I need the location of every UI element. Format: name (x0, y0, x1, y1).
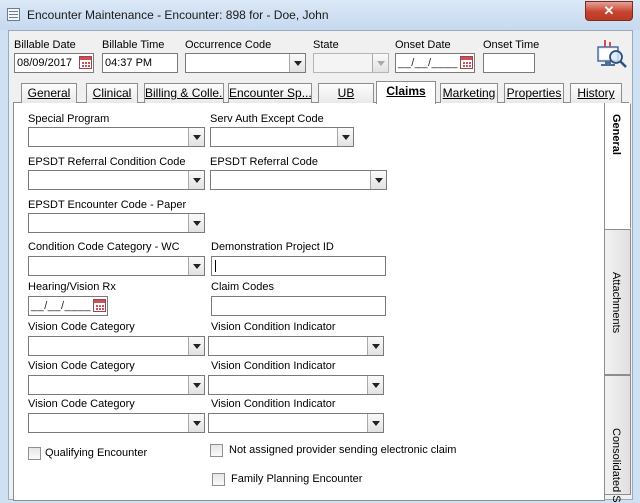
family-planning-label: Family Planning Encounter (231, 473, 363, 485)
hearing-vision-date[interactable]: __/__/____ (28, 296, 108, 316)
calendar-icon[interactable] (93, 299, 106, 312)
occurrence-code-label: Occurrence Code (185, 39, 272, 51)
side-tab-consolidated-label: Consolidated S (610, 428, 622, 503)
chevron-down-icon[interactable] (188, 414, 204, 432)
tab-clinical[interactable]: Clinical (86, 83, 138, 103)
search-tool-icon[interactable] (596, 39, 628, 69)
tab-ub[interactable]: UB (318, 83, 374, 103)
tab-strip: General Clinical Billing & Colle... Enco… (13, 81, 629, 104)
title-bar: Encounter Maintenance - Encounter: 898 f… (0, 0, 640, 30)
serv-auth-select[interactable] (210, 127, 354, 147)
condition-category-label: Condition Code Category - WC (28, 241, 180, 253)
epsdt-referral-code-select[interactable] (210, 170, 387, 190)
chevron-down-icon[interactable] (188, 337, 204, 355)
vision-code-category-select-2[interactable] (28, 375, 205, 395)
vision-condition-indicator-label: Vision Condition Indicator (211, 360, 336, 372)
chevron-down-icon[interactable] (367, 376, 383, 394)
condition-category-select[interactable] (28, 256, 205, 276)
billable-time-field[interactable]: 04:37 PM (102, 53, 178, 73)
onset-time-field[interactable] (483, 53, 535, 73)
vision-condition-indicator-label: Vision Condition Indicator (211, 321, 336, 333)
tab-claims[interactable]: Claims (376, 81, 436, 104)
billable-date-field[interactable]: 08/09/2017 (14, 53, 94, 73)
special-program-label: Special Program (28, 113, 110, 125)
epsdt-referral-condition-select[interactable] (28, 170, 205, 190)
side-tab-attachments-label: Attachments (610, 272, 622, 334)
state-label: State (313, 39, 339, 51)
demonstration-project-label: Demonstration Project ID (211, 241, 334, 253)
epsdt-referral-code-label: EPSDT Referral Code (210, 156, 319, 168)
onset-date-field[interactable]: __/__/____ (395, 53, 475, 73)
vision-condition-indicator-label: Vision Condition Indicator (211, 398, 336, 410)
vision-condition-indicator-select-2[interactable] (208, 375, 384, 395)
calendar-icon[interactable] (460, 56, 473, 69)
tab-billing-collections[interactable]: Billing & Colle... (144, 83, 224, 103)
tab-marketing[interactable]: Marketing (440, 83, 498, 103)
chevron-down-icon (372, 54, 388, 72)
calendar-icon[interactable] (79, 56, 92, 69)
app-icon (7, 8, 20, 21)
chevron-down-icon[interactable] (337, 128, 353, 146)
onset-date-label: Onset Date (395, 39, 451, 51)
chevron-down-icon[interactable] (188, 171, 204, 189)
window-client: Billable Date 08/09/2017 Billable Time 0… (8, 30, 633, 503)
family-planning-checkbox[interactable] (212, 473, 225, 486)
vision-condition-indicator-select-3[interactable] (208, 413, 384, 433)
close-button[interactable]: ✕ (585, 1, 633, 21)
epsdt-referral-condition-label: EPSDT Referral Condition Code (28, 156, 186, 168)
billable-date-value: 08/09/2017 (17, 57, 73, 69)
side-tab-general-label: General (610, 114, 622, 155)
side-tab-attachments[interactable]: Attachments (605, 229, 631, 375)
chevron-down-icon[interactable] (188, 214, 204, 232)
side-tab-consolidated[interactable]: Consolidated S (605, 375, 631, 503)
vision-code-category-label: Vision Code Category (28, 360, 135, 372)
demonstration-project-input[interactable] (211, 256, 386, 276)
epsdt-encounter-label: EPSDT Encounter Code - Paper (28, 199, 187, 211)
chevron-down-icon[interactable] (289, 54, 305, 72)
vision-code-category-select-1[interactable] (28, 336, 205, 356)
claim-codes-label: Claim Codes (211, 281, 274, 293)
text-cursor (215, 260, 216, 272)
tab-history[interactable]: History (570, 83, 622, 103)
vision-code-category-label: Vision Code Category (28, 321, 135, 333)
not-assigned-provider-label: Not assigned provider sending electronic… (229, 444, 457, 456)
billable-time-label: Billable Time (102, 39, 165, 51)
occurrence-code-select[interactable] (185, 53, 306, 73)
chevron-down-icon[interactable] (188, 128, 204, 146)
side-tab-general[interactable]: General (605, 103, 631, 229)
chevron-down-icon[interactable] (367, 337, 383, 355)
vision-code-category-label: Vision Code Category (28, 398, 135, 410)
qualifying-encounter-label: Qualifying Encounter (45, 447, 148, 459)
special-program-select[interactable] (28, 127, 205, 147)
chevron-down-icon[interactable] (188, 376, 204, 394)
hearing-vision-label: Hearing/Vision Rx (28, 281, 116, 293)
qualifying-encounter-checkbox[interactable] (28, 447, 41, 460)
chevron-down-icon[interactable] (367, 414, 383, 432)
tab-properties[interactable]: Properties (504, 83, 564, 103)
vision-code-category-select-3[interactable] (28, 413, 205, 433)
billable-time-value: 04:37 PM (105, 57, 153, 69)
tab-general[interactable]: General (21, 83, 77, 103)
onset-date-value: __/__/____ (398, 57, 459, 69)
epsdt-encounter-select[interactable] (28, 213, 205, 233)
claim-codes-input[interactable] (211, 296, 386, 316)
state-select (313, 53, 389, 73)
claims-general-panel: Special Program Serv Auth Except Code EP… (13, 103, 605, 501)
billable-date-label: Billable Date (14, 39, 76, 51)
hearing-vision-value: __/__/____ (31, 300, 92, 312)
tab-encounter-specific[interactable]: Encounter Sp... (228, 83, 312, 103)
vision-condition-indicator-select-1[interactable] (208, 336, 384, 356)
not-assigned-provider-checkbox[interactable] (210, 444, 223, 457)
onset-time-label: Onset Time (483, 39, 540, 51)
window-title: Encounter Maintenance - Encounter: 898 f… (27, 8, 329, 22)
chevron-down-icon[interactable] (370, 171, 386, 189)
serv-auth-label: Serv Auth Except Code (210, 113, 324, 125)
chevron-down-icon[interactable] (188, 257, 204, 275)
